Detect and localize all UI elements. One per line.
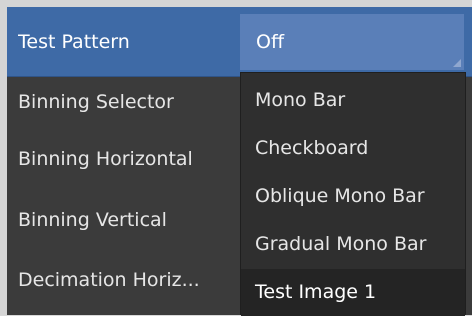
option-oblique-mono-bar[interactable]: Oblique Mono Bar (241, 173, 465, 220)
selected-value: Off (256, 31, 285, 53)
option-checkboard[interactable]: Checkboard (241, 125, 465, 172)
property-label: Binning Vertical (18, 209, 167, 231)
dropdown-grip-icon (453, 59, 461, 67)
property-label: Test Pattern (18, 31, 130, 53)
window-frame: Test Pattern Off Binning Selector Binnin… (0, 0, 472, 316)
property-label: Binning Horizontal (18, 148, 193, 170)
property-row-test-pattern[interactable]: Test Pattern Off (7, 7, 472, 77)
option-mono-bar[interactable]: Mono Bar (241, 77, 465, 124)
property-label: Binning Selector (18, 91, 174, 113)
option-gradual-mono-bar[interactable]: Gradual Mono Bar (241, 221, 465, 268)
property-panel: Test Pattern Off Binning Selector Binnin… (7, 7, 472, 316)
option-test-image-1[interactable]: Test Image 1 (241, 269, 465, 316)
test-pattern-options-list: Mono Bar Checkboard Oblique Mono Bar Gra… (240, 72, 466, 316)
property-label: Decimation Horiz... (18, 269, 200, 291)
test-pattern-dropdown[interactable]: Off (240, 14, 464, 70)
